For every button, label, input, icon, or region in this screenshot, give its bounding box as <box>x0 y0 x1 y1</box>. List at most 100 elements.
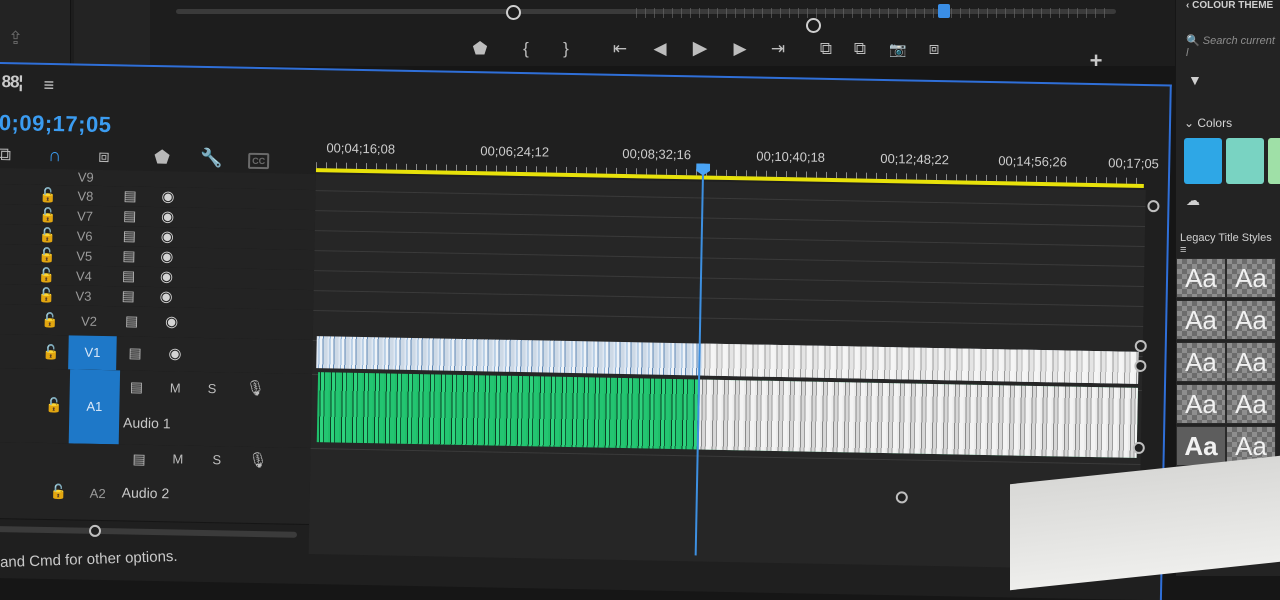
ruler-label: 00;04;16;08 <box>326 140 396 157</box>
timeline-horizontal-scroll-handle[interactable] <box>895 491 908 504</box>
program-scrub-bar[interactable] <box>176 0 1116 34</box>
step-back-button[interactable]: ◀ <box>646 34 674 64</box>
track-target-v1[interactable]: V1 <box>68 335 117 371</box>
zoom-handle-right[interactable] <box>806 18 821 33</box>
track-header-scroll-handle[interactable] <box>88 524 102 538</box>
sync-lock-icon[interactable]: ▤ <box>121 287 135 304</box>
eye-icon[interactable]: ◉ <box>168 344 181 362</box>
panel-menu-icon[interactable]: ≡ <box>43 75 54 96</box>
sync-lock-icon[interactable]: ▤ <box>125 312 139 329</box>
color-swatch[interactable] <box>1226 138 1264 184</box>
lock-icon[interactable]: 🔓 <box>37 287 55 304</box>
eye-icon[interactable]: ◉ <box>160 247 173 265</box>
sync-lock-icon[interactable]: ▤ <box>122 267 136 284</box>
video-clips-v1-unrendered[interactable] <box>702 343 1139 384</box>
comparison-view-button[interactable]: ⧈ <box>920 34 948 64</box>
eye-icon[interactable]: ◉ <box>160 267 173 285</box>
track-target-a1[interactable]: A1 <box>68 369 121 445</box>
lock-icon[interactable]: 🔓 <box>45 397 63 414</box>
title-style-swatch[interactable]: Aa <box>1176 300 1226 340</box>
sync-lock-icon[interactable]: ▤ <box>123 207 137 224</box>
sync-lock-icon[interactable]: ▤ <box>130 379 144 396</box>
linked-selection-icon[interactable]: ⧈ <box>98 146 110 167</box>
mute-button[interactable]: M <box>172 451 183 466</box>
filter-icon[interactable]: ▼ <box>1188 72 1202 88</box>
wrench-icon[interactable]: 🔧 <box>200 148 223 169</box>
lock-icon[interactable]: 🔓 <box>39 227 57 244</box>
panel-menu-icon[interactable]: ≡ <box>1180 244 1186 256</box>
nest-icon[interactable]: ⧉ <box>0 144 11 165</box>
track-header-scrollbar[interactable] <box>0 526 298 538</box>
lock-icon[interactable]: 🔓 <box>42 344 60 361</box>
timeline-timecode[interactable]: 0;09;17;05 <box>0 110 112 138</box>
title-style-swatch[interactable]: Aa <box>1226 384 1276 424</box>
snap-magnet-icon[interactable]: ∩ <box>48 145 61 166</box>
video-scroll-handle[interactable] <box>1134 339 1147 353</box>
title-style-swatch[interactable]: Aa <box>1226 258 1276 298</box>
audio-scroll-handle-bottom[interactable] <box>1132 441 1145 455</box>
cloud-icon[interactable]: ☁ <box>1186 192 1200 209</box>
lock-icon[interactable]: 🔓 <box>39 187 57 204</box>
sync-lock-icon[interactable]: ▤ <box>123 227 137 244</box>
lock-icon[interactable]: 🔓 <box>38 247 56 264</box>
add-marker-button[interactable]: ⬟ <box>466 34 494 64</box>
voiceover-mic-icon[interactable]: 🎙 <box>246 379 265 397</box>
step-forward-button[interactable]: ▶ <box>726 34 754 64</box>
mute-button[interactable]: M <box>170 380 181 395</box>
sync-lock-icon[interactable]: ▤ <box>122 247 136 264</box>
color-swatch[interactable] <box>1184 138 1222 184</box>
button-editor-add-button[interactable]: + <box>1082 46 1110 76</box>
left-panel-corner: ⇪ <box>0 0 71 64</box>
audio-clips-a1-unselected[interactable] <box>698 379 1138 458</box>
captions-icon[interactable]: CC <box>247 152 270 170</box>
sync-lock-icon[interactable]: ▤ <box>132 451 146 468</box>
legacy-title-styles-header: Legacy Title Styles ≡ <box>1180 232 1280 256</box>
eye-icon[interactable]: ◉ <box>159 287 172 305</box>
extract-button[interactable]: ⧉ <box>846 34 874 64</box>
lock-icon[interactable]: 🔓 <box>39 207 57 224</box>
sequence-icon[interactable]: 88¦ <box>1 72 22 92</box>
legacy-title-styles-label: Legacy Title Styles <box>1180 232 1272 244</box>
solo-button[interactable]: S <box>208 381 217 396</box>
eye-icon[interactable]: ◉ <box>161 187 174 205</box>
title-style-swatch[interactable]: Aa <box>1176 384 1226 424</box>
audio-clips-a1[interactable] <box>316 372 1138 458</box>
export-frame-button[interactable]: 📷 <box>884 34 912 64</box>
mark-out-button[interactable]: } <box>552 34 580 64</box>
eye-icon[interactable]: ◉ <box>165 312 178 330</box>
title-style-swatch[interactable]: Aa <box>1226 342 1276 382</box>
title-style-swatch[interactable]: Aa <box>1226 300 1276 340</box>
track-target-a2[interactable]: A2 <box>90 486 106 501</box>
go-to-in-button[interactable]: ⇤ <box>606 34 634 64</box>
vertical-scroll-handle-top[interactable] <box>1147 200 1160 213</box>
lock-icon[interactable]: 🔓 <box>41 312 59 329</box>
search-field[interactable]: 🔍 Search current l <box>1186 34 1280 59</box>
eye-icon[interactable]: ◉ <box>161 227 174 245</box>
colors-section-header[interactable]: ⌄ Colors <box>1184 116 1232 130</box>
zoom-handle-left[interactable] <box>506 5 521 20</box>
title-style-swatch[interactable]: Aa <box>1176 426 1226 466</box>
lane-divider <box>313 310 1144 327</box>
export-icon[interactable]: ⇪ <box>8 28 34 48</box>
lane-divider <box>315 210 1146 228</box>
play-button[interactable]: ▶ <box>686 34 714 64</box>
eye-icon[interactable]: ◉ <box>161 207 174 225</box>
solo-button[interactable]: S <box>212 452 221 467</box>
sync-lock-icon[interactable]: ▤ <box>128 345 142 362</box>
sync-lock-icon[interactable]: ▤ <box>123 187 137 204</box>
audio-scroll-handle[interactable] <box>1134 359 1147 373</box>
lock-icon[interactable]: 🔓 <box>38 267 56 284</box>
go-to-out-button[interactable]: ⇥ <box>764 34 792 64</box>
title-style-swatch[interactable]: Aa <box>1176 342 1226 382</box>
add-marker-icon[interactable]: ⬟ <box>154 147 170 168</box>
mark-in-button[interactable]: { <box>512 34 540 64</box>
color-swatch[interactable] <box>1268 138 1280 184</box>
ruler-label: 00;14;56;26 <box>998 153 1068 170</box>
voiceover-mic-icon[interactable]: 🎙 <box>248 451 267 469</box>
colour-theme-header[interactable]: ‹ COLOUR THEME <box>1186 0 1273 11</box>
lock-icon[interactable]: 🔓 <box>50 483 68 500</box>
lane-divider <box>313 290 1144 307</box>
program-playhead[interactable] <box>938 4 950 18</box>
lift-button[interactable]: ⧉ <box>812 34 840 64</box>
title-style-swatch[interactable]: Aa <box>1176 258 1226 298</box>
